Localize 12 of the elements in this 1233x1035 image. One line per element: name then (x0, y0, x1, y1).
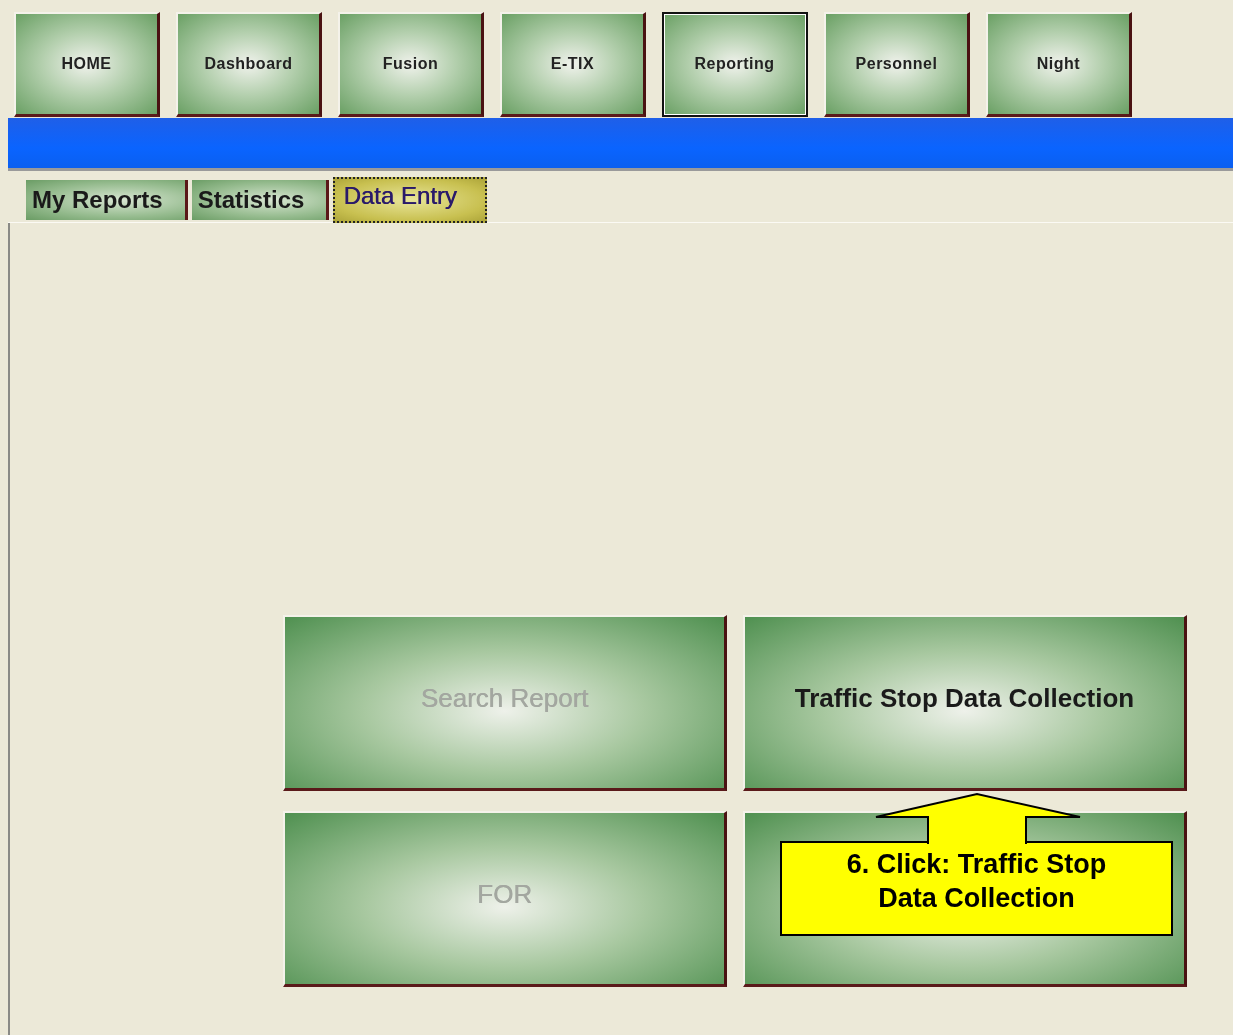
nav-button[interactable]: Fusion (338, 12, 484, 117)
nav-button[interactable]: Reporting (662, 12, 808, 117)
tab[interactable]: My Reports (26, 180, 188, 220)
nav-button[interactable]: Night (986, 12, 1132, 117)
tab[interactable]: Data Entry (333, 177, 487, 223)
nav-button[interactable]: E-TIX (500, 12, 646, 117)
tab[interactable]: Statistics (191, 180, 330, 220)
nav-button[interactable]: HOME (14, 12, 160, 117)
nav-button[interactable]: Dashboard (176, 12, 322, 117)
action-button[interactable]: Traffic Stop Data Collection (743, 615, 1187, 791)
nav-button[interactable]: Personnel (824, 12, 970, 117)
instruction-tooltip: 6. Click: Traffic Stop Data Collection (780, 841, 1173, 936)
